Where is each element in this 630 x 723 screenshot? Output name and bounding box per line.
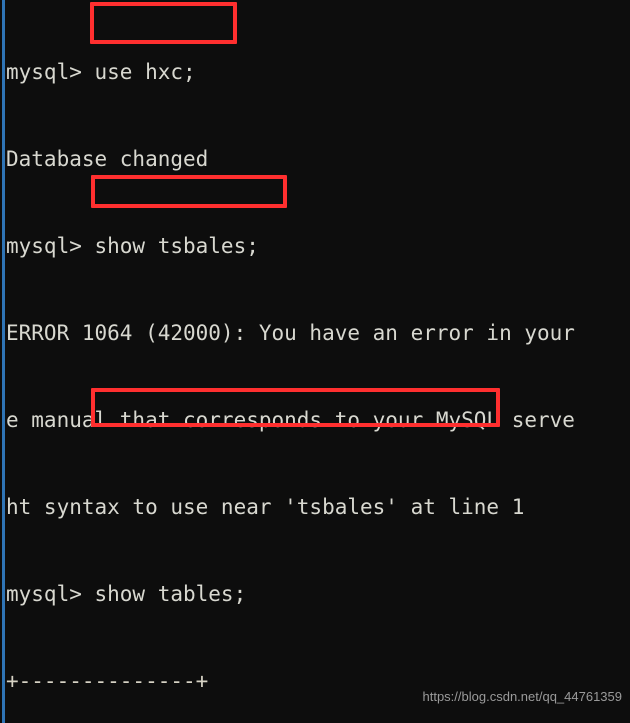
terminal-line: e manual that corresponds to your MySQL …: [6, 408, 575, 432]
terminal-line: mysql> use hxc;: [6, 60, 196, 84]
watermark-text: https://blog.csdn.net/qq_44761359: [422, 689, 623, 704]
terminal-window: mysql> use hxc; Database changed mysql> …: [0, 0, 630, 723]
terminal-line: ht syntax to use near 'tsbales' at line …: [6, 495, 525, 519]
terminal-line: ERROR 1064 (42000): You have an error in…: [6, 321, 575, 345]
terminal-output[interactable]: mysql> use hxc; Database changed mysql> …: [0, 0, 630, 723]
terminal-line: mysql> show tsbales;: [6, 234, 259, 258]
terminal-line: mysql> show tables;: [6, 582, 247, 606]
terminal-line: Database changed: [6, 147, 209, 171]
